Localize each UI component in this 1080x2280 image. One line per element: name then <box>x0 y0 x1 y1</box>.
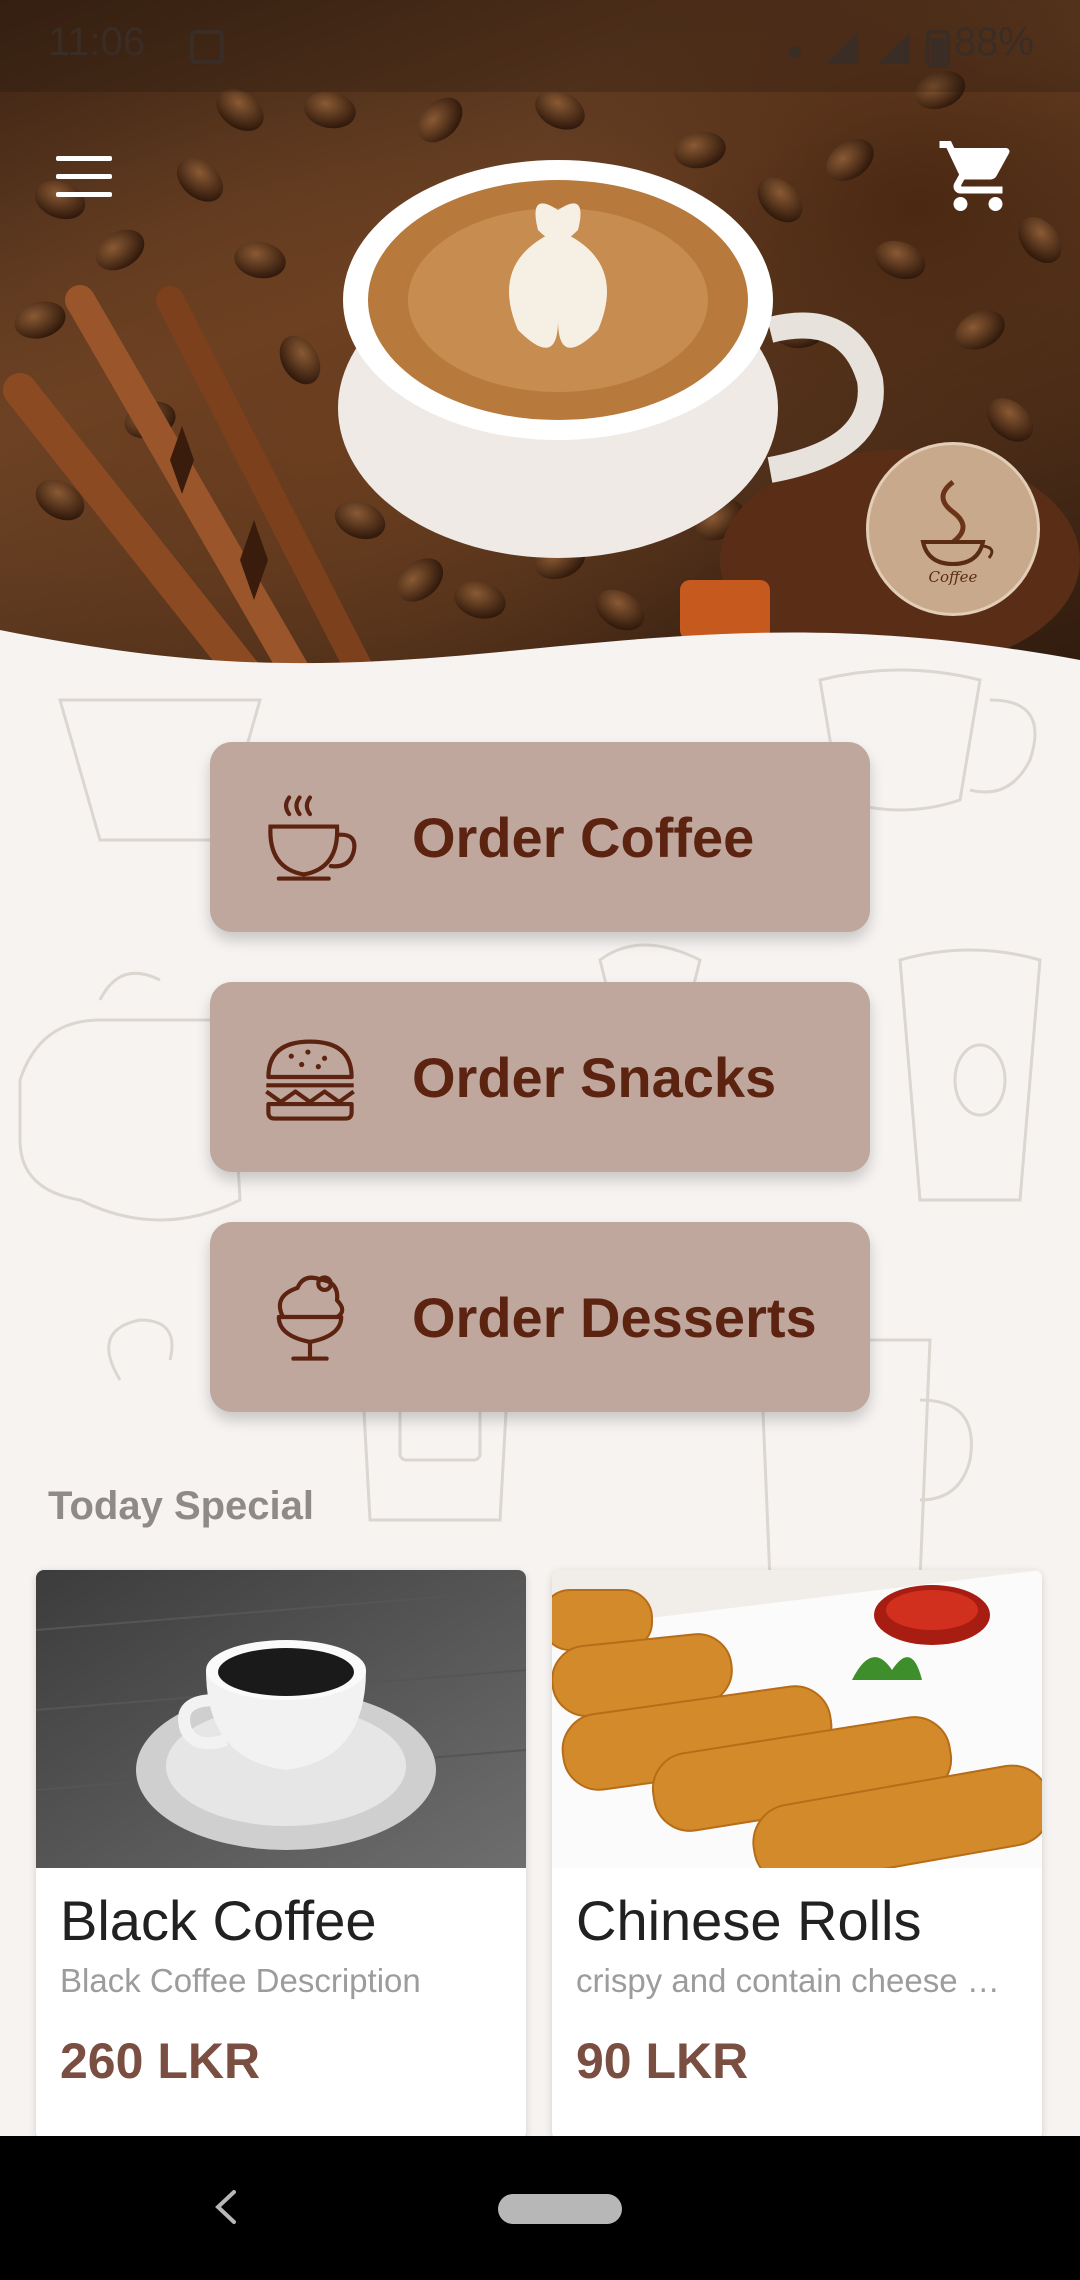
ice-cream-icon <box>276 1275 345 1361</box>
burger-icon <box>265 1039 355 1121</box>
hamburger-menu-icon[interactable] <box>56 156 112 198</box>
hero-banner: 11:06 88% Coffee <box>0 0 1080 690</box>
card-price: 260 LKR <box>60 2033 261 2089</box>
wifi-icon <box>789 46 801 58</box>
signal-icons <box>780 28 950 68</box>
sim-icon <box>190 30 224 64</box>
order-coffee-label: Order Coffee <box>412 805 755 869</box>
home-pill-button[interactable] <box>498 2194 622 2224</box>
coffee-cup-icon <box>268 795 357 881</box>
coffee-logo-cup-icon <box>920 480 994 567</box>
card-description: Black Coffee Description <box>60 1962 421 1999</box>
coffee-logo: Coffee <box>866 442 1040 616</box>
status-bar: 11:06 88% <box>0 0 1080 92</box>
logo-text: Coffee <box>928 568 978 586</box>
back-icon[interactable] <box>206 2182 246 2232</box>
special-card-black-coffee[interactable]: Black Coffee Black Coffee Description 26… <box>36 1570 526 2140</box>
today-special-heading: Today Special <box>48 1484 315 1528</box>
system-navigation-bar <box>0 2136 1080 2280</box>
signal-icon <box>826 32 858 64</box>
order-desserts-button[interactable]: Order Desserts <box>210 1222 870 1412</box>
order-snacks-button[interactable]: Order Snacks <box>210 982 870 1172</box>
card-description: crispy and contain cheese … <box>576 1962 1000 1999</box>
card-title: Black Coffee <box>60 1889 377 1952</box>
latte-cup-image <box>338 160 884 558</box>
battery-icon <box>926 30 950 68</box>
chinese-rolls-image <box>552 1570 1042 1868</box>
shopping-cart-icon[interactable] <box>936 134 1020 218</box>
order-coffee-button[interactable]: Order Coffee <box>210 742 870 932</box>
cell-signal-icon <box>878 32 910 64</box>
black-coffee-image <box>36 1570 526 1868</box>
card-title: Chinese Rolls <box>576 1889 922 1952</box>
special-card-chinese-rolls[interactable]: Chinese Rolls crispy and contain cheese … <box>552 1570 1042 2140</box>
order-snacks-label: Order Snacks <box>412 1045 777 1109</box>
battery-percent: 88% <box>953 20 1034 64</box>
status-time: 11:06 <box>48 20 146 64</box>
card-price: 90 LKR <box>576 2033 749 2089</box>
order-desserts-label: Order Desserts <box>412 1285 817 1349</box>
